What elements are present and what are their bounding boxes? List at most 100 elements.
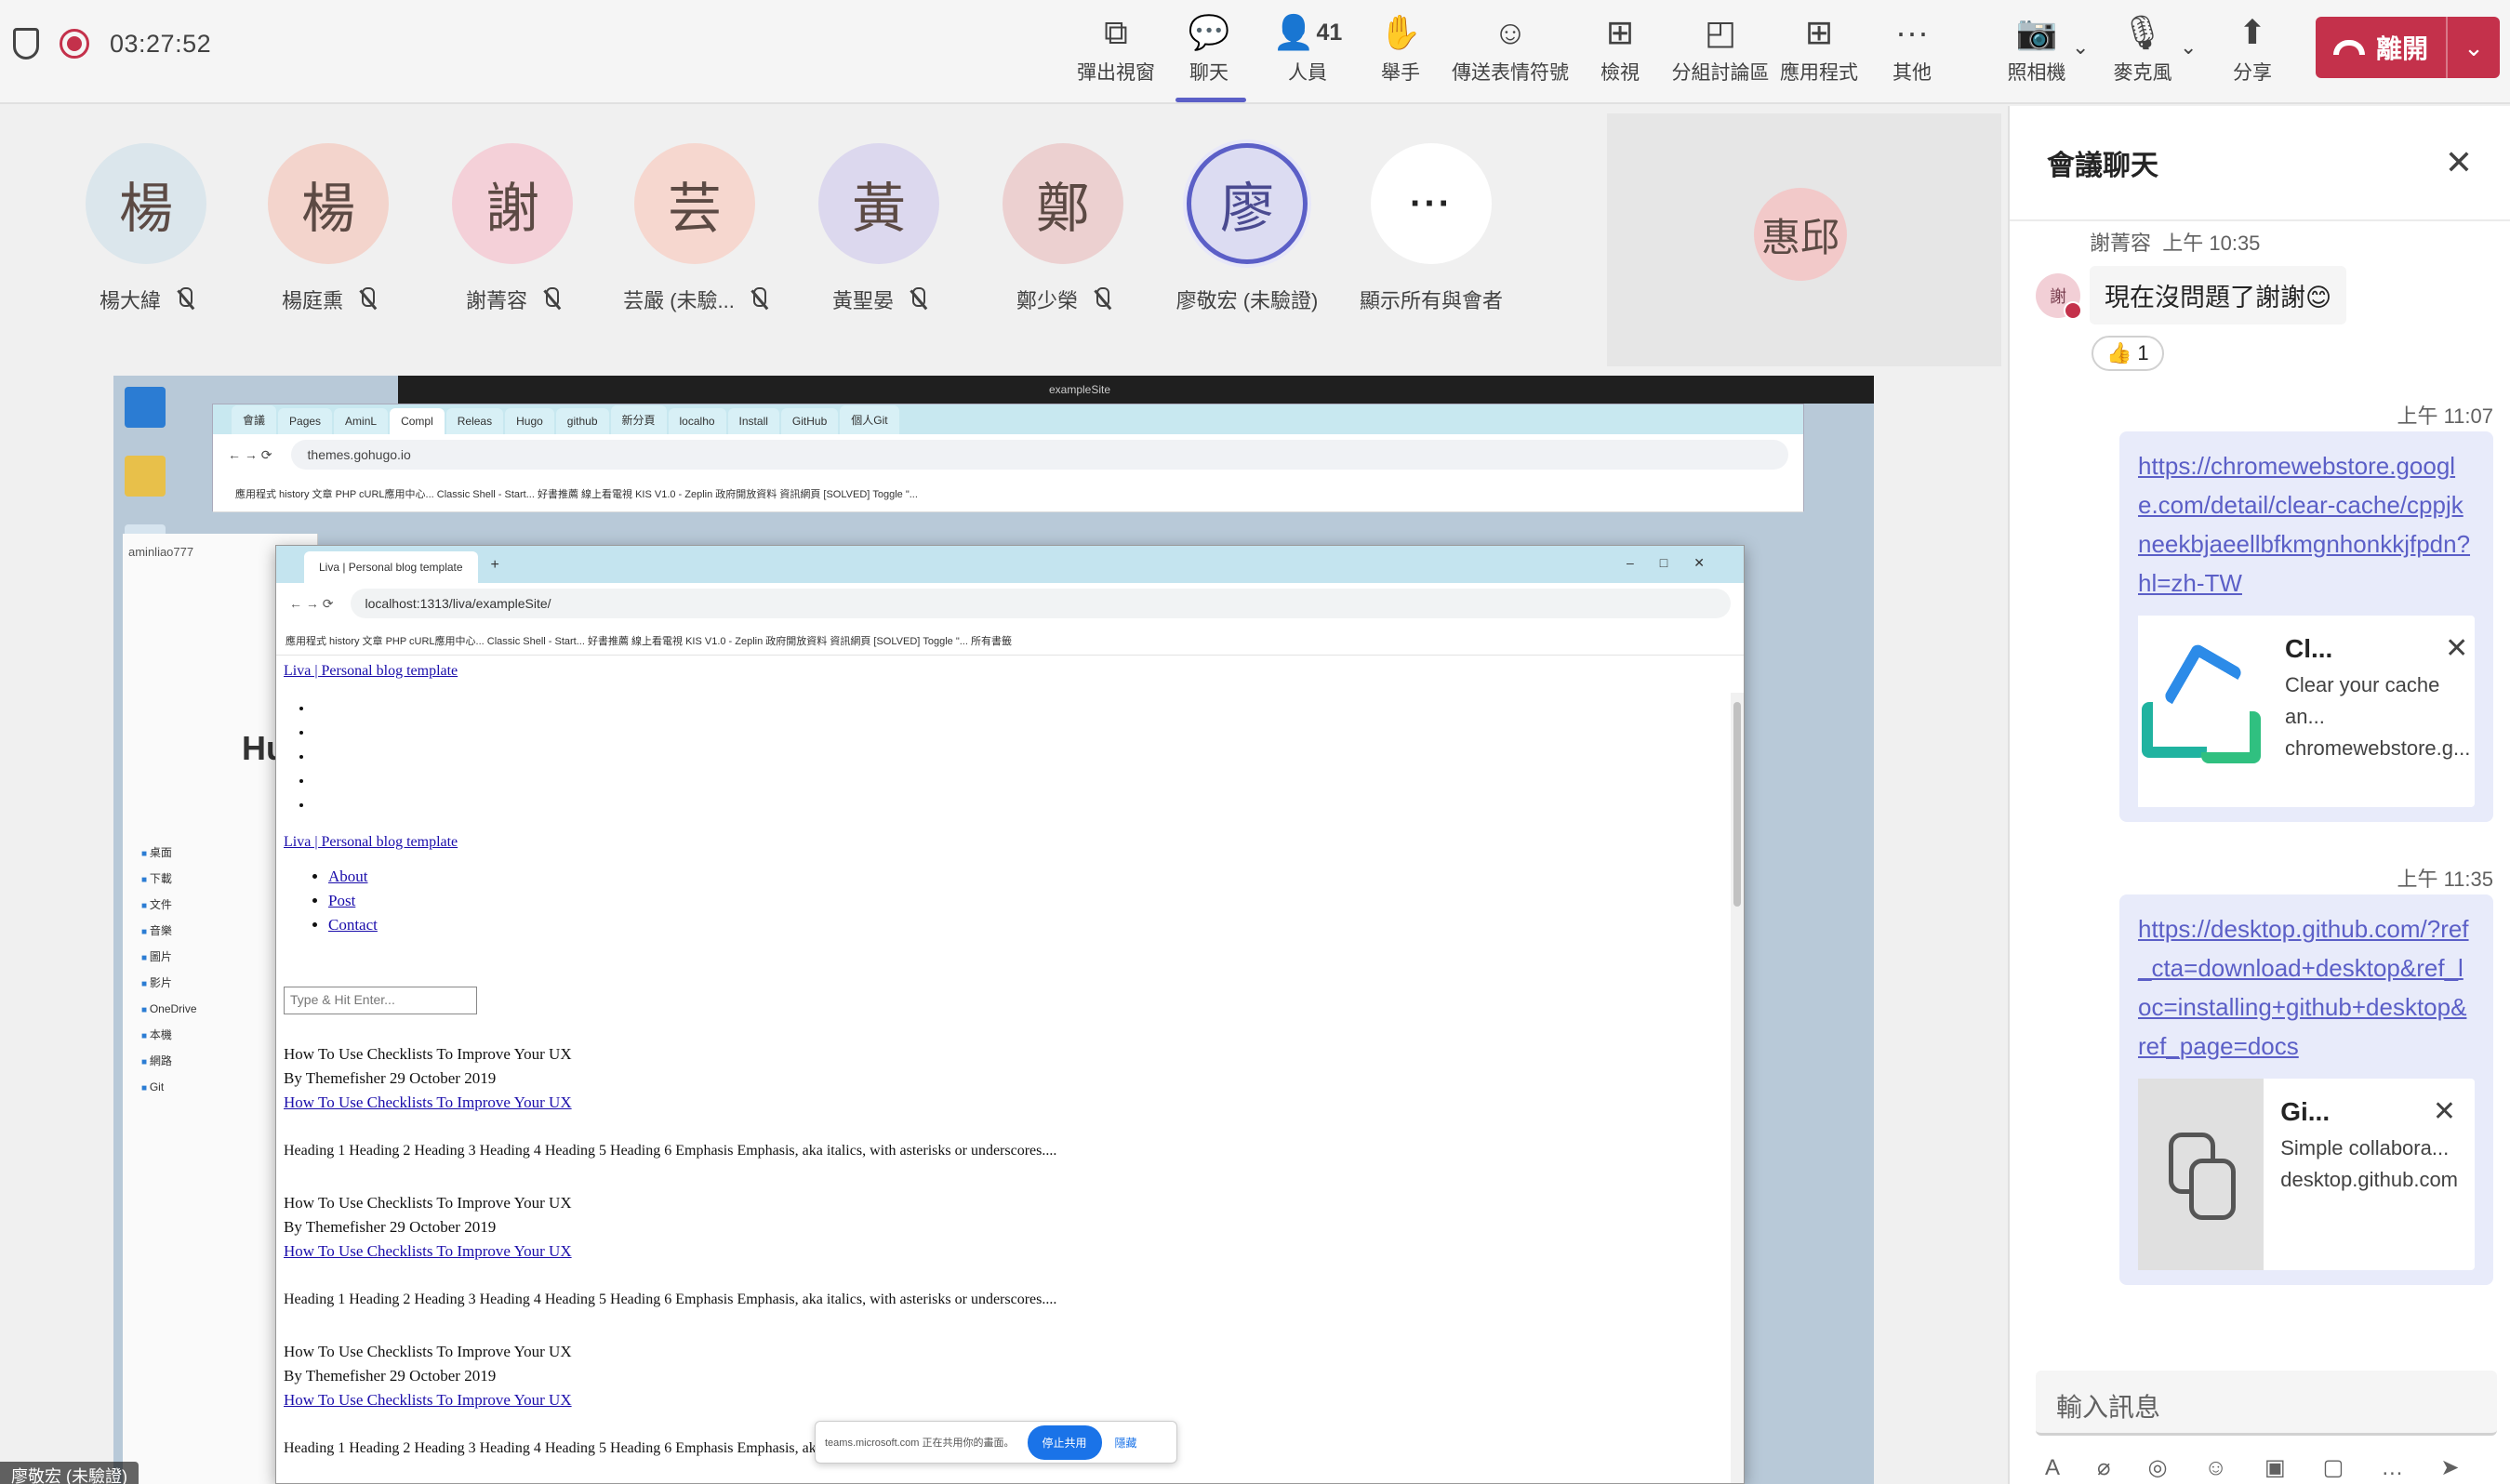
participant[interactable]: 芸 芸嚴 (未驗... [606,143,783,314]
participant[interactable]: 鄭 鄭少榮 [975,143,1151,314]
blog-search-input: Type & Hit Enter... [284,987,477,1014]
nav-link-contact: Contact [328,916,378,934]
list-item [313,773,1736,797]
browser-tab: AminL [334,408,389,434]
close-icon[interactable]: ✕ [2445,632,2468,665]
sticker-icon[interactable]: ▢ [2323,1455,2382,1480]
bookmarks-bar: 應用程式 history 文章 PHP cURL應用中心... Classic … [276,624,1744,656]
stop-sharing-button: 停止共用 [1027,1424,1102,1460]
close-icon[interactable]: ✕ [2433,1095,2456,1128]
participant[interactable]: 謝 謝菁容 [424,143,601,314]
message-meta: 謝菁容 上午 10:35 [2090,227,2346,257]
post-image-alt: How To Use Checklists To Improve Your UX [284,1343,572,1360]
format-icon[interactable]: A [2045,1455,2097,1480]
breakout-button[interactable]: ◰ 分組討論區 [1671,7,1770,100]
chat-message-outgoing[interactable]: https://desktop.github.com/?ref_cta=down… [2119,894,2493,1285]
more-icon[interactable]: … [2381,1455,2440,1480]
nav-item: About [328,868,1736,892]
participant-active-speaker[interactable]: 廖 廖敬宏 (未驗證) [1159,143,1335,314]
message-bubble[interactable]: 現在沒問題了謝謝😊 [2090,266,2347,325]
message-link[interactable]: https://desktop.github.com/?ref_cta=down… [2138,915,2469,1060]
share-button[interactable]: ⬆ 分享 [2206,7,2299,100]
apps-button[interactable]: ⊞ 應用程式 [1773,7,1866,100]
message-link[interactable]: https://chromewebstore.google.com/detail… [2138,452,2470,597]
breakout-label: 分組討論區 [1671,62,1770,84]
participant-name-row: 謝菁容 [466,285,559,314]
reactions-button[interactable]: ☺ 傳送表情符號 [1452,7,1569,100]
participant[interactable]: 楊 楊庭熏 [240,143,417,314]
avatar: 黃 [818,143,939,264]
loop-icon[interactable]: ◎ [2147,1455,2204,1480]
participant-name-row: 廖敬宏 (未驗證) [1176,285,1319,314]
mic-button[interactable]: 🎙 麥克風 [2096,7,2189,100]
presenter-name-badge: 廖敬宏 (未驗證) [0,1462,139,1484]
avatar: 鄭 [1003,143,1123,264]
mic-off-icon [358,287,375,311]
raise-hand-label: 舉手 [1381,62,1420,84]
participant-name-row: 楊大緯 [100,285,193,314]
preview-body: Gi... Simple collabora... desktop.github… [2264,1079,2475,1270]
leave-main[interactable]: 離開 [2316,17,2448,78]
participant-name-row: 芸嚴 (未驗... [623,285,766,314]
nav-link-post: Post [328,892,356,909]
list-item [313,749,1736,773]
sender-name: 謝菁容 [2090,232,2152,255]
nav-item: Contact [328,916,1736,940]
post-excerpt: Heading 1 Heading 2 Heading 3 Heading 4 … [284,1292,1057,1307]
blog-page: Liva | Personal blog template Liva | Per… [276,656,1744,1468]
raise-hand-button[interactable]: ✋ 舉手 [1354,7,1447,100]
people-icon: 👤 41 [1272,13,1343,51]
people-button[interactable]: 👤 41 人員 [1261,7,1354,100]
recycle-icon [2138,642,2268,776]
browser-tab: Liva | Personal blog template [304,551,478,583]
recording-icon [60,29,89,59]
list-item [313,797,1736,821]
chat-compose-input[interactable]: 輸入訊息 [2036,1371,2497,1436]
leave-options-chevron-icon[interactable]: ⌄ [2448,33,2500,62]
shared-screen: aminliao777 桌面 下載 文件 音樂 圖片 影片 OneDrive 本… [113,376,1874,1484]
avatar: 惠邱 [1754,188,1847,281]
post-image-alt: How To Use Checklists To Improve Your UX [284,1045,572,1063]
ellipsis-icon: ··· [1895,13,1929,51]
emoji-icon[interactable]: ☺ [2204,1455,2264,1480]
hand-icon: ✋ [1379,13,1422,51]
reaction-badge[interactable]: 👍 1 [2092,336,2164,371]
participant[interactable]: 黃 黃聖晏 [790,143,967,314]
chat-button[interactable]: 💬 聊天 [1162,7,1255,102]
apps-label: 應用程式 [1780,62,1858,84]
more-button[interactable]: ··· 其他 [1866,7,1959,100]
close-icon[interactable]: ✕ [2445,143,2473,182]
participant[interactable]: 楊 楊大緯 [58,143,234,314]
view-button[interactable]: ⊞ 檢視 [1574,7,1667,100]
camera-button[interactable]: 📷 照相機 [1990,7,2083,100]
show-all-participants[interactable]: ··· 顯示所有與會者 [1343,143,1520,314]
send-icon[interactable]: ➤ [2440,1455,2496,1480]
video-tile[interactable]: 惠邱 [1607,113,2001,366]
participant-name: 楊庭熏 [281,289,343,312]
ellipsis-icon: ··· [1371,143,1492,264]
meeting-timer: 03:27:52 [110,29,212,58]
preview-title: Gi... [2280,1097,2331,1126]
browser-tab: localho [668,408,726,434]
shield-icon [13,28,39,60]
post-image-alt: How To Use Checklists To Improve Your UX [284,1194,572,1212]
blog-post: How To Use Checklists To Improve Your UX… [284,1191,1736,1312]
tree-item: OneDrive [141,997,197,1023]
leave-button[interactable]: 離開 ⌄ [2316,17,2500,78]
link-preview-card[interactable]: Gi... Simple collabora... desktop.github… [2138,1079,2475,1270]
post-link: How To Use Checklists To Improve Your UX [284,1391,572,1409]
gif-icon[interactable]: ▣ [2264,1455,2323,1480]
camera-options-chevron-icon[interactable]: ⌄ [2072,35,2089,60]
chat-message-outgoing[interactable]: https://chromewebstore.google.com/detail… [2119,431,2493,822]
meeting-status: 03:27:52 [13,28,211,60]
mic-options-chevron-icon[interactable]: ⌄ [2180,35,2197,60]
participant-name: 黃聖晏 [831,289,894,312]
post-excerpt: Heading 1 Heading 2 Heading 3 Heading 4 … [284,1143,1057,1159]
people-count: 41 [1316,19,1343,46]
attach-icon[interactable]: ⌀ [2097,1455,2147,1480]
message-time: 上午 11:35 [2397,868,2493,891]
nav-arrows-icon: ← → ⟳ [228,446,272,462]
link-preview-card[interactable]: Cl... Clear your cache an... chromewebst… [2138,616,2475,807]
popout-button[interactable]: ⧉ 彈出視窗 [1069,7,1162,100]
tree-item: Git [141,1075,197,1101]
